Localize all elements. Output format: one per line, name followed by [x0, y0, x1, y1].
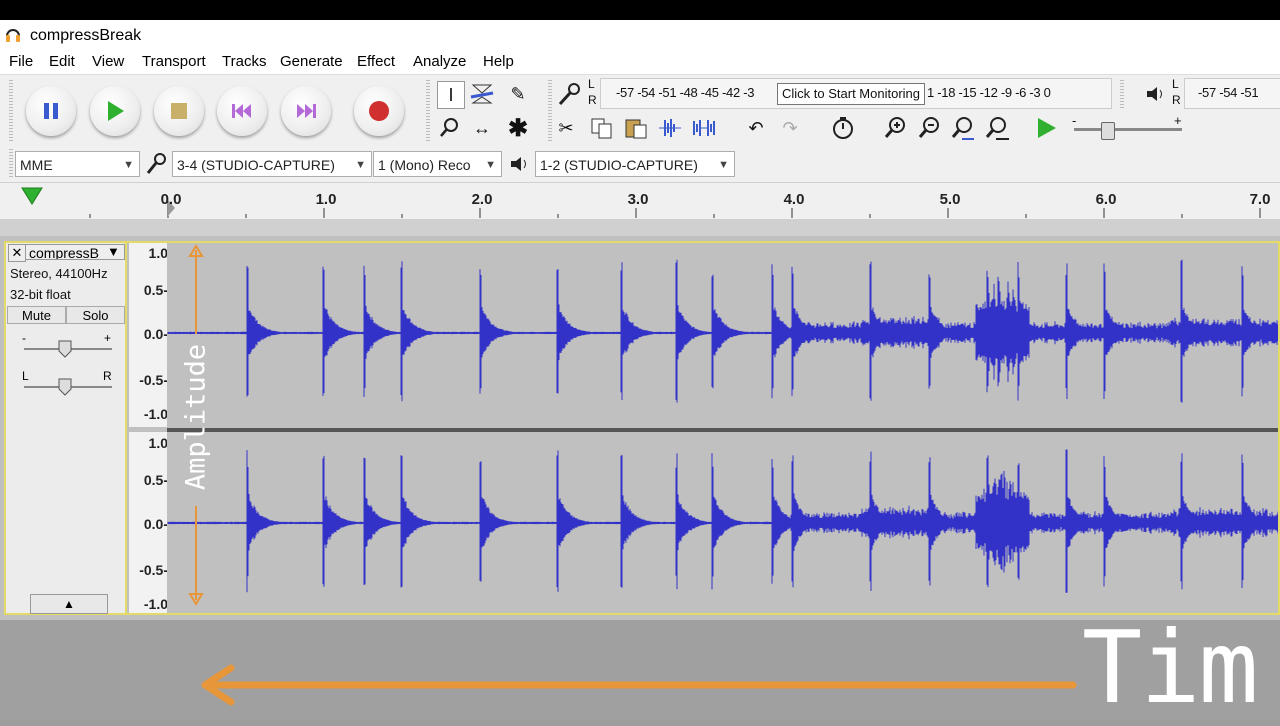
time-annotation: Tim: [1082, 609, 1259, 726]
track-selection-border: [127, 241, 1280, 615]
time-arrow: [201, 664, 1077, 706]
amplitude-annotation: Amplitude: [180, 343, 212, 491]
